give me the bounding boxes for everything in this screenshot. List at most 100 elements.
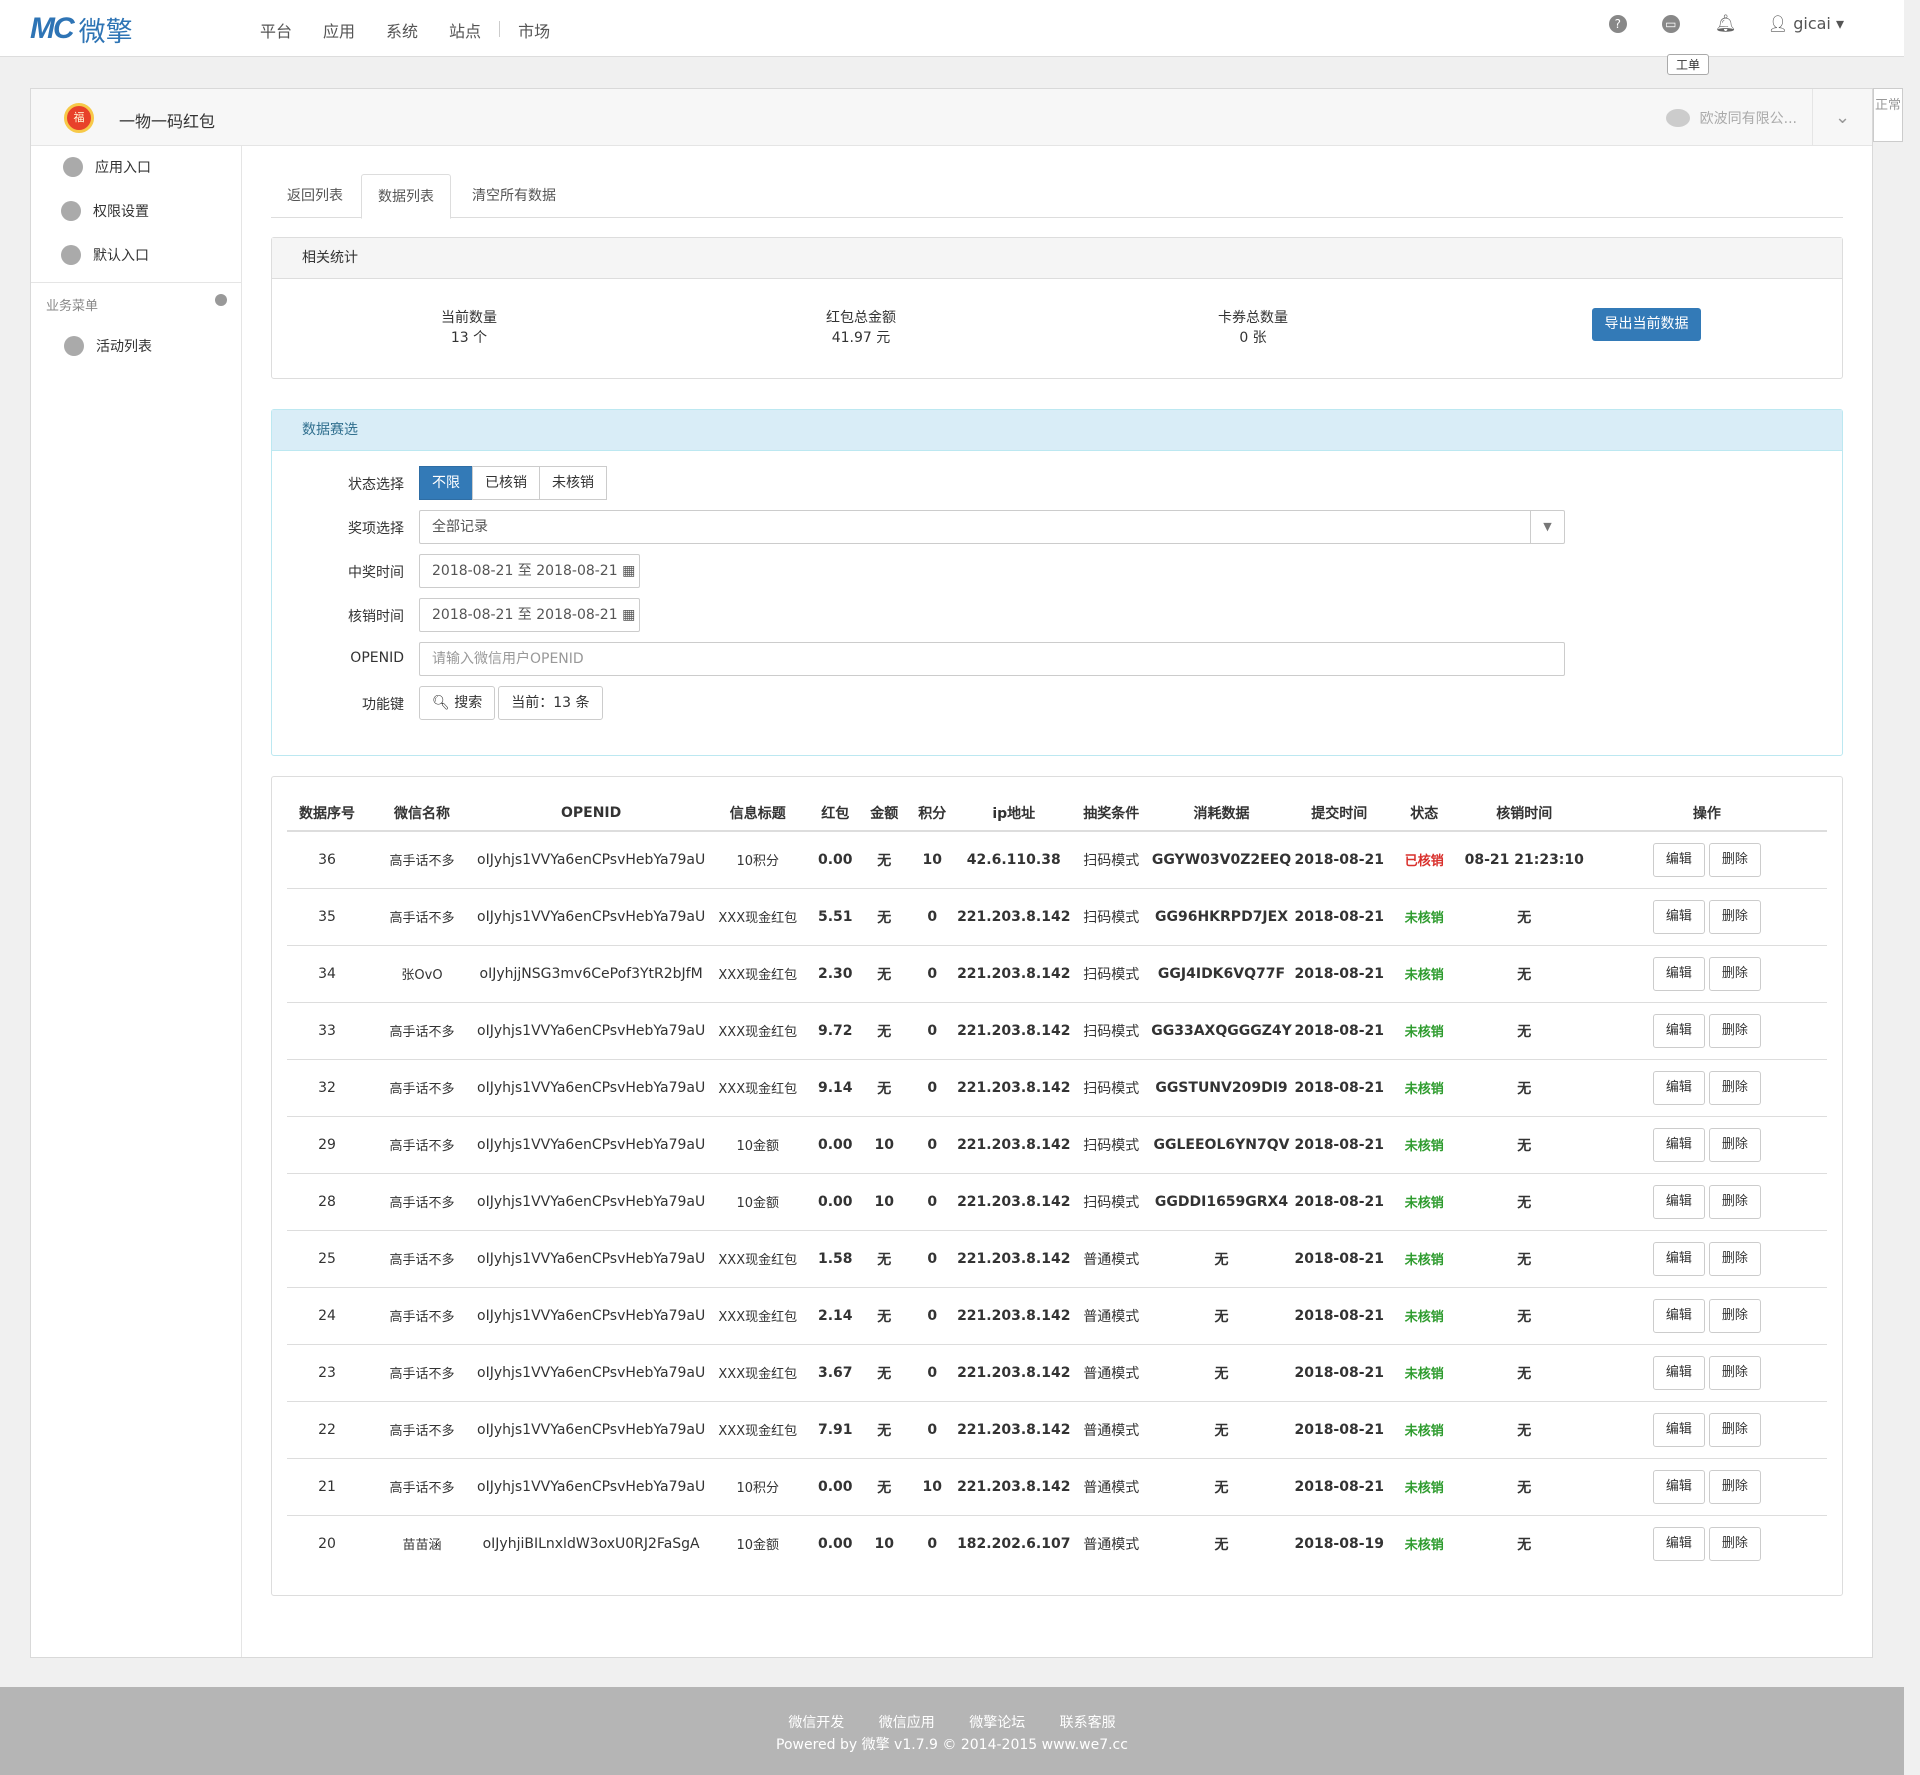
count-button[interactable]: 当前：13 条 xyxy=(498,686,603,720)
edit-button[interactable]: 编辑 xyxy=(1652,1241,1705,1276)
nav-site[interactable]: 站点 xyxy=(449,18,481,42)
status-badge: 未核销 xyxy=(1404,1310,1444,1325)
footer-link-dev[interactable]: 微信开发 xyxy=(788,1715,844,1731)
edit-button[interactable]: 编辑 xyxy=(1652,842,1705,877)
status-cell: 未核销 xyxy=(1386,888,1462,946)
tab-back-to-list[interactable]: 返回列表 xyxy=(271,174,359,218)
footer-link-support[interactable]: 联系客服 xyxy=(1060,1715,1116,1731)
edit-button[interactable]: 编辑 xyxy=(1652,1469,1705,1504)
delete-button[interactable]: 删除 xyxy=(1708,899,1761,934)
ticket-icon[interactable]: ▭ xyxy=(1661,14,1680,33)
ip-address-cell: 221.203.8.142 xyxy=(956,1116,1072,1174)
table-row: 24 高手话不多 oIJyhjs1VVYa6enCPsvHebYa79aU XXX现金… xyxy=(287,1287,1827,1345)
delete-button[interactable]: 删除 xyxy=(1708,1013,1761,1048)
export-button[interactable]: 导出当前数据 xyxy=(1592,308,1701,341)
prize-select-value: 全部记录 xyxy=(432,519,488,535)
openid-cell: oIJyhjs1VVYa6enCPsvHebYa79aU xyxy=(477,1344,706,1402)
nav-market[interactable]: 市场 xyxy=(518,18,550,42)
bell-icon[interactable]: 🔔︎ xyxy=(1715,15,1737,33)
actions-cell: 编辑 删除 xyxy=(1586,1059,1827,1117)
edit-button[interactable]: 编辑 xyxy=(1652,1412,1705,1447)
edit-button[interactable]: 编辑 xyxy=(1652,1298,1705,1333)
account-switcher[interactable]: 欧波同有限公... xyxy=(1665,108,1797,128)
edit-button[interactable]: 编辑 xyxy=(1652,1355,1705,1390)
delete-button[interactable]: 删除 xyxy=(1708,1412,1761,1447)
delete-button[interactable]: 删除 xyxy=(1708,1241,1761,1276)
amount-cell: 无 xyxy=(860,1002,909,1060)
edit-button[interactable]: 编辑 xyxy=(1652,1013,1705,1048)
table-row: 21 高手话不多 oIJyhjs1VVYa6enCPsvHebYa79aU 10积分 0… xyxy=(287,1458,1827,1516)
status-badge: 未核销 xyxy=(1404,1025,1444,1040)
status-badge: 未核销 xyxy=(1404,1196,1444,1211)
win-time-value: 2018-08-21 至 2018-08-21 xyxy=(432,563,618,579)
actions-cell: 编辑 删除 xyxy=(1586,1401,1827,1459)
delete-button[interactable]: 删除 xyxy=(1708,1526,1761,1561)
status-badge: 未核销 xyxy=(1404,1367,1444,1382)
delete-button[interactable]: 删除 xyxy=(1708,1355,1761,1390)
prize-select[interactable]: 全部记录 ▼ xyxy=(419,510,1565,544)
delete-button[interactable]: 删除 xyxy=(1708,956,1761,991)
edit-button[interactable]: 编辑 xyxy=(1652,1070,1705,1105)
footer-link-apps[interactable]: 微信应用 xyxy=(879,1715,935,1731)
function-buttons: 🔍︎ 搜索 当前：13 条 xyxy=(419,686,603,720)
app-title: 一物一码红包 xyxy=(119,112,216,131)
openid-cell: oIJyhjjNSG3mv6CePof3YtR2bJfM xyxy=(477,945,706,1003)
sidebar-item-activity-list[interactable]: 活动列表 xyxy=(64,335,152,357)
delete-button[interactable]: 删除 xyxy=(1708,1070,1761,1105)
consume-data-cell: 无 xyxy=(1151,1458,1292,1516)
consume-data-cell: 无 xyxy=(1151,1287,1292,1345)
status-option-all[interactable]: 不限 xyxy=(419,466,473,500)
status-option-verified[interactable]: 已核销 xyxy=(472,466,540,500)
tab-clear-all[interactable]: 清空所有数据 xyxy=(456,174,572,218)
sidebar-item-permissions[interactable]: 权限设置 xyxy=(61,200,149,222)
column-header: 核销时间 xyxy=(1461,795,1587,832)
search-button[interactable]: 🔍︎ 搜索 xyxy=(419,686,496,720)
edit-button[interactable]: 编辑 xyxy=(1652,956,1705,991)
status-tab[interactable]: 正常 xyxy=(1873,88,1903,142)
ip-address-cell: 221.203.8.142 xyxy=(956,888,1072,946)
user-menu[interactable]: 👤︎ gicai ▾ xyxy=(1768,14,1844,33)
wechat-name-cell: 高手话不多 xyxy=(367,1059,477,1117)
row-id-cell: 35 xyxy=(287,888,367,946)
submit-time-cell: 2018-08-21 xyxy=(1291,888,1387,946)
stats-panel: 相关统计 当前数量 13 个 红包总金额 41.97 元 卡券总数量 0 张 导… xyxy=(271,237,1843,379)
info-title-cell: XXX现金红包 xyxy=(705,1401,811,1459)
verify-time-cell: 无 xyxy=(1461,1344,1587,1402)
status-cell: 未核销 xyxy=(1387,1515,1462,1572)
win-time-range[interactable]: 2018-08-21 至 2018-08-21 ▦ xyxy=(419,554,640,588)
tab-data-list[interactable]: 数据列表 xyxy=(361,174,451,219)
sidebar-item-default-entry[interactable]: 默认入口 xyxy=(61,244,149,266)
edit-button[interactable]: 编辑 xyxy=(1652,1184,1705,1219)
delete-button[interactable]: 删除 xyxy=(1708,1184,1761,1219)
verify-time-cell: 无 xyxy=(1461,1230,1587,1288)
verify-time-range[interactable]: 2018-08-21 至 2018-08-21 ▦ xyxy=(419,598,640,632)
nav-apps[interactable]: 应用 xyxy=(323,18,355,42)
delete-button[interactable]: 删除 xyxy=(1708,1298,1761,1333)
edit-button[interactable]: 编辑 xyxy=(1652,899,1705,934)
edit-button[interactable]: 编辑 xyxy=(1652,1526,1705,1561)
edit-button[interactable]: 编辑 xyxy=(1652,1127,1705,1162)
help-icon[interactable]: ? xyxy=(1608,14,1627,33)
app-header: 福 一物一码红包 欧波同有限公... ⌄ xyxy=(31,89,1872,146)
ip-address-cell: 221.203.8.142 xyxy=(956,1230,1072,1288)
logo[interactable]: MC 微擎 xyxy=(30,12,133,48)
status-badge: 未核销 xyxy=(1404,968,1444,983)
status-option-unverified[interactable]: 未核销 xyxy=(539,466,607,500)
delete-button[interactable]: 删除 xyxy=(1708,1127,1761,1162)
amount-cell: 10 xyxy=(874,1535,894,1552)
sidebar-item-app-entry[interactable]: 应用入口 xyxy=(63,156,151,178)
footer-link-forum[interactable]: 微擎论坛 xyxy=(969,1715,1025,1731)
delete-button[interactable]: 删除 xyxy=(1708,1469,1761,1504)
openid-input[interactable]: 请输入微信用户OPENID xyxy=(419,642,1565,676)
column-header: 积分 xyxy=(908,795,957,832)
column-header: 金额 xyxy=(860,795,909,832)
chevron-down-icon[interactable]: ⌄ xyxy=(1812,89,1872,146)
nav-platform[interactable]: 平台 xyxy=(260,18,292,42)
caret-down-icon: ▾ xyxy=(1835,14,1844,33)
submit-time-cell: 2018-08-21 xyxy=(1291,1287,1387,1345)
red-packet-cell: 9.14 xyxy=(810,1059,861,1117)
nav-system[interactable]: 系统 xyxy=(386,18,418,42)
section-gear-icon[interactable] xyxy=(215,294,227,306)
delete-button[interactable]: 删除 xyxy=(1708,842,1761,877)
verify-time-cell: 无 xyxy=(1461,1116,1587,1174)
